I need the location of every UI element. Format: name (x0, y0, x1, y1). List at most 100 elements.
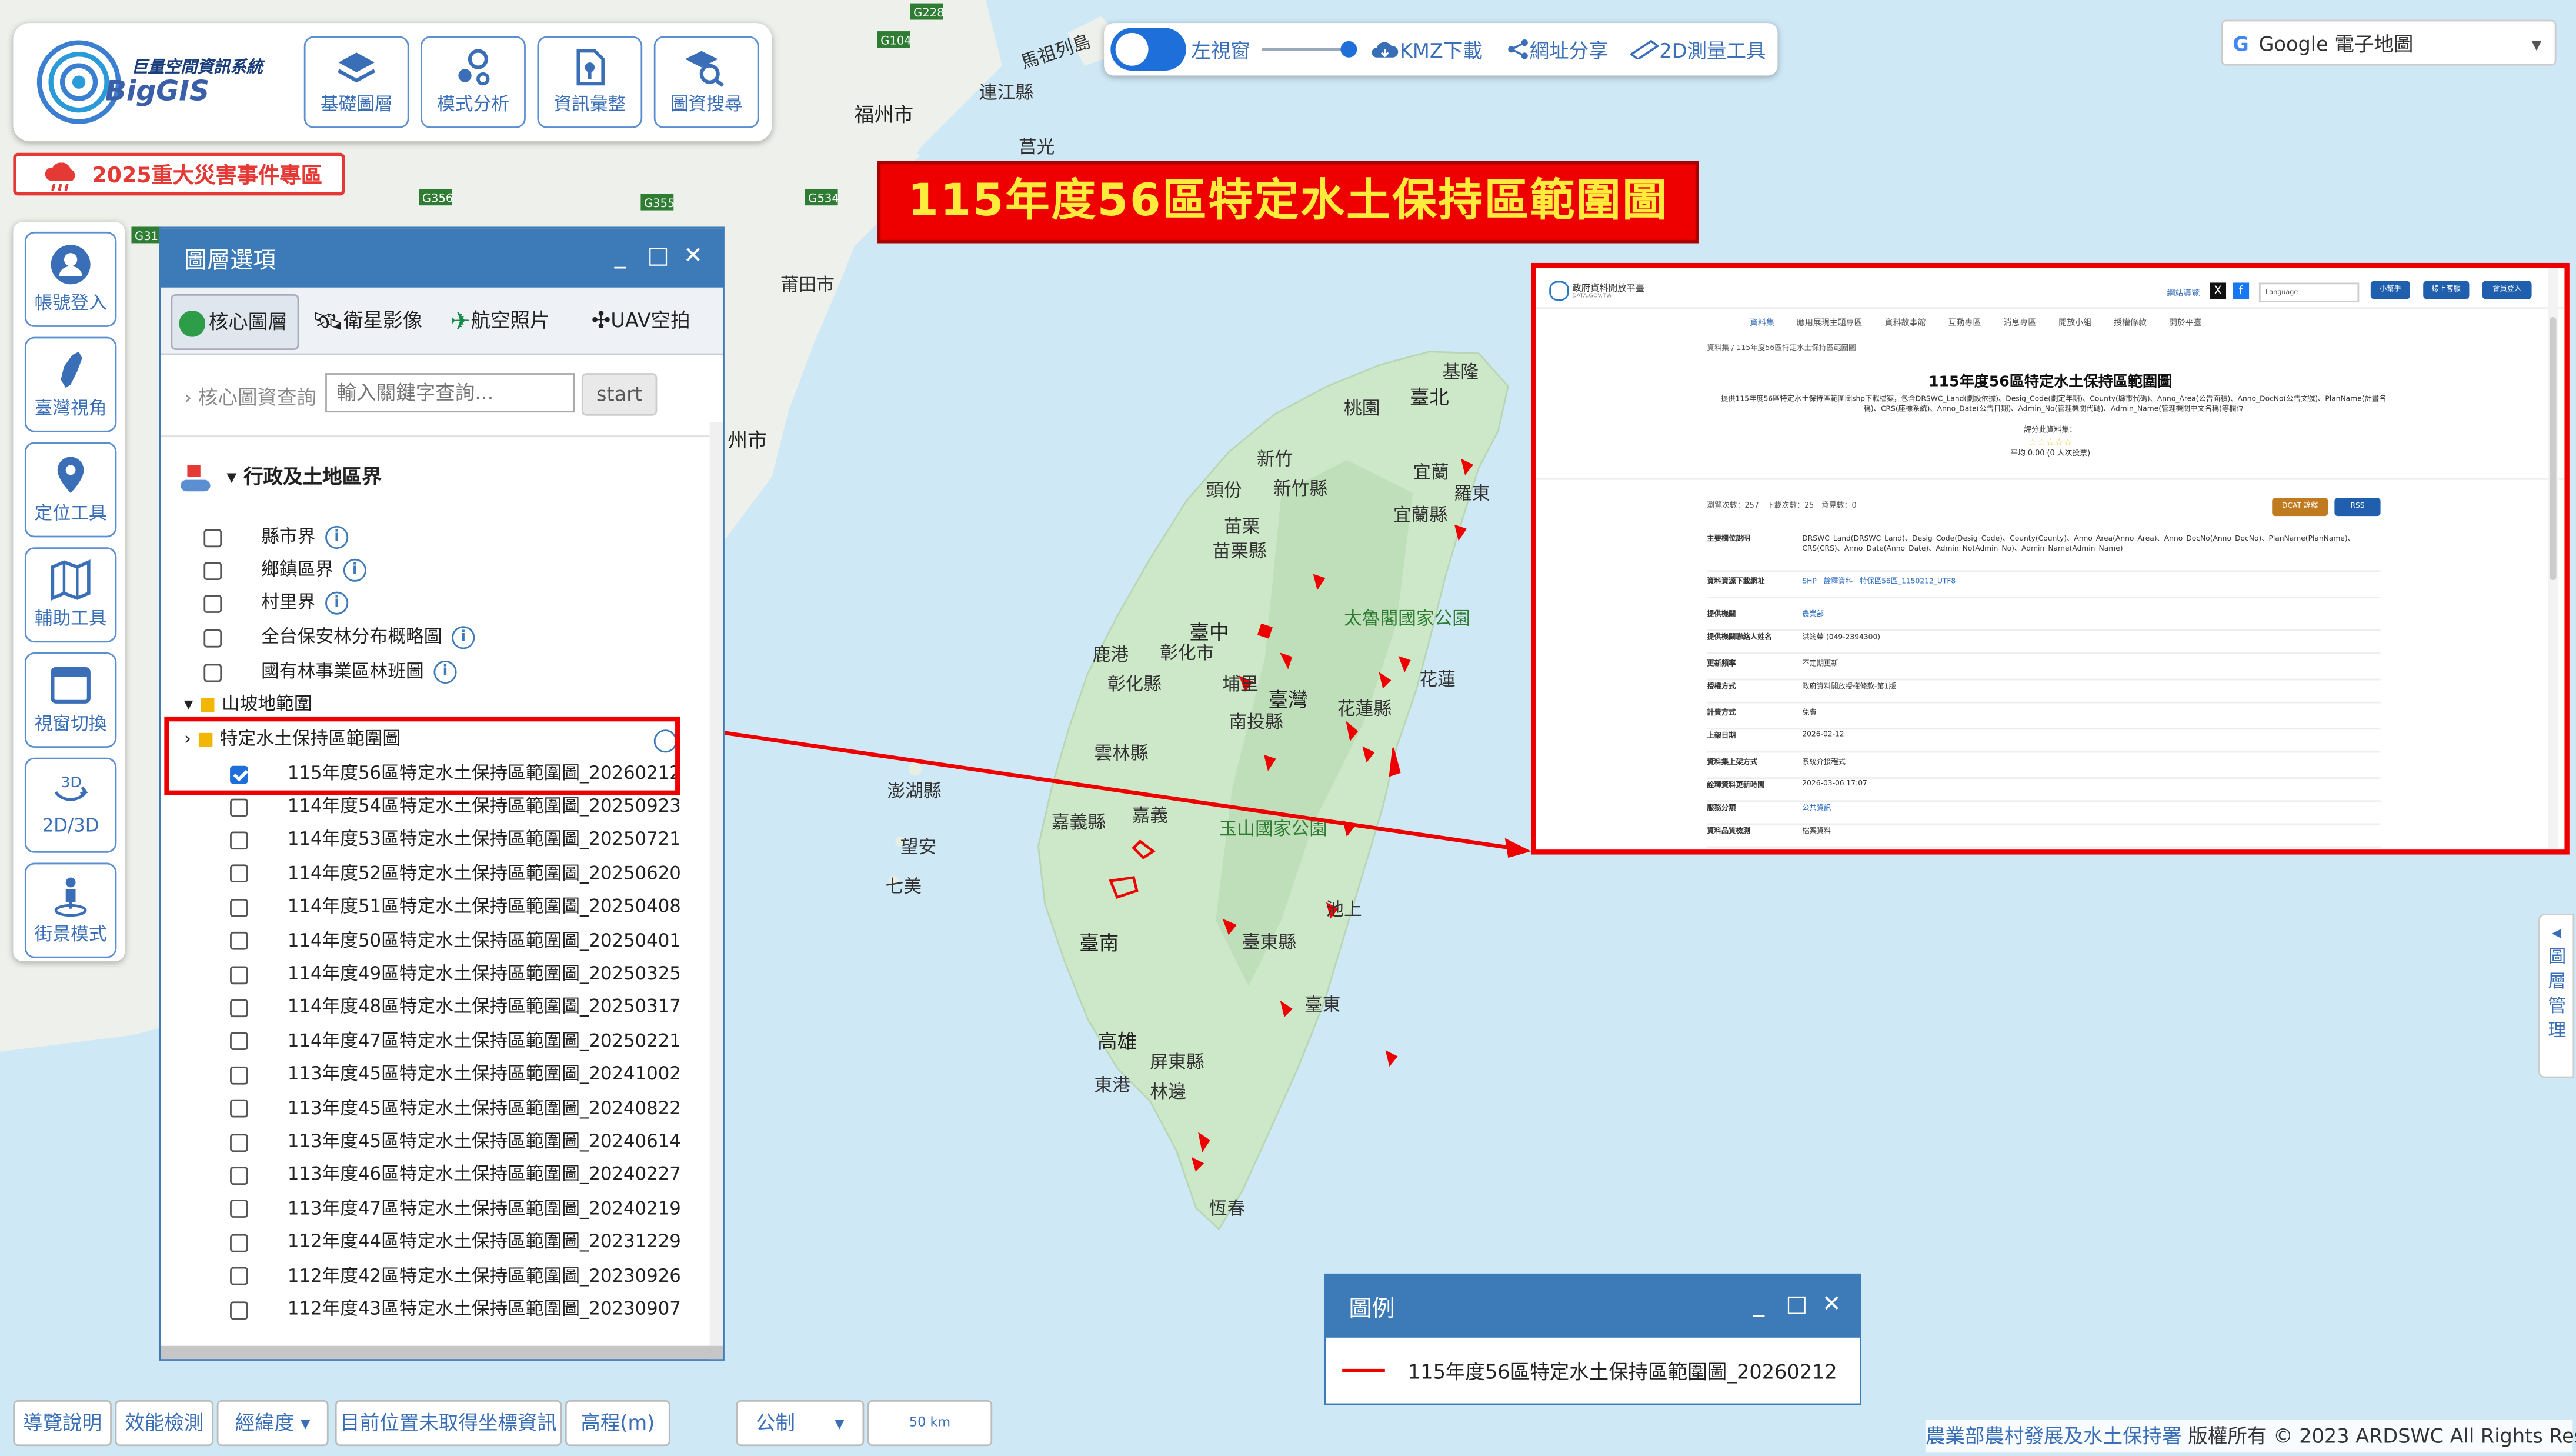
highlight-box (164, 716, 680, 795)
street-view-button[interactable]: 街景模式 (24, 862, 117, 958)
performance-check-button[interactable]: 效能檢測 (115, 1400, 214, 1447)
facebook-icon[interactable]: f (2233, 282, 2250, 299)
admin-boundary-group[interactable]: ▾ 行政及土地區界 (181, 462, 382, 498)
kmz-download-button[interactable]: KMZ下載 (1370, 36, 1483, 64)
layer-item[interactable]: 114年度49區特定水土保持區範圍圖_20250325 (230, 958, 681, 991)
logo-en-text: BigGIS (105, 75, 210, 109)
layer-item[interactable]: 村里界 i (203, 587, 349, 619)
svg-text:嘉義: 嘉義 (1132, 805, 1168, 827)
layer-item[interactable]: 114年度52區特定水土保持區範圍圖_20250620 (230, 858, 681, 891)
layer-checkbox[interactable] (230, 1166, 248, 1185)
legend-title: 圖例 (1349, 1296, 1395, 1323)
disaster-zone-link[interactable]: 2025重大災害事件專區 (13, 152, 345, 196)
top-toolbar: 巨量空間資訊系統 BigGIS 基礎圖層 模式分析 資訊彙整 圖資搜尋 (13, 23, 772, 142)
layer-item[interactable]: 縣市界 i (203, 521, 349, 554)
guide-button[interactable]: 導覽說明 (13, 1400, 112, 1447)
coord-format-select[interactable]: 經緯度 ▾ (216, 1400, 329, 1447)
layer-item[interactable]: 114年度48區特定水土保持區範圍圖_20250317 (230, 991, 681, 1024)
horizontal-scrollbar[interactable] (161, 1345, 723, 1360)
svg-text:彰化縣: 彰化縣 (1107, 674, 1162, 695)
layer-checkbox[interactable] (230, 1200, 248, 1218)
layer-item[interactable]: 114年度51區特定水土保持區範圍圖_20250408 (230, 891, 681, 924)
basemap-select[interactable]: G Google 電子地圖 ▾ (2221, 19, 2557, 66)
layer-item[interactable]: 113年度46區特定水土保持區範圍圖_20240227 (230, 1159, 681, 1192)
dcat-button[interactable]: DCAT 詮釋 (2272, 498, 2328, 517)
layer-checkbox[interactable] (230, 1133, 248, 1151)
close-icon[interactable]: ✕ (683, 243, 703, 269)
layer-item[interactable]: 112年度43區特定水土保持區範圍圖_20230907 (230, 1293, 681, 1326)
layer-item[interactable]: 全台保安林分布概略圖 i (203, 621, 475, 654)
left-window-toggle[interactable] (1110, 28, 1186, 71)
layer-checkbox[interactable] (230, 999, 248, 1017)
layer-list[interactable]: ▾ 行政及土地區界 縣市界 i 鄉鎮區界 i 村里界 i 全台保安林分布概略圖 i 國有… (161, 439, 723, 1352)
close-icon[interactable]: ✕ (1822, 1292, 1841, 1318)
2d-3d-toggle-button[interactable]: 3D 2D/3D (24, 757, 117, 853)
info-summary-button[interactable]: 資訊彙整 (537, 36, 643, 128)
layer-item[interactable]: 114年度53區特定水土保持區範圍圖_20250721 (230, 824, 681, 857)
maximize-icon[interactable]: □ (1786, 1292, 1807, 1318)
layer-checkbox[interactable] (230, 1267, 248, 1285)
core-search-input[interactable] (325, 373, 575, 413)
minimize-icon[interactable]: _ (615, 243, 626, 269)
info-icon[interactable]: i (325, 591, 349, 615)
svg-text:宜蘭縣: 宜蘭縣 (1393, 504, 1447, 525)
slider-handle[interactable] (1340, 41, 1357, 58)
tab-satellite[interactable]: 🛰衛星影像 (312, 294, 422, 346)
layer-item[interactable]: 113年度45區特定水土保持區範圍圖_20240822 (230, 1092, 681, 1125)
layer-item[interactable]: 鄉鎮區界 i (203, 554, 366, 587)
legend-red-line-swatch (1342, 1368, 1385, 1372)
scale-bar: 50 km (867, 1400, 993, 1447)
window-switch-button[interactable]: 視窗切換 (24, 652, 117, 748)
layer-item[interactable]: 113年度45區特定水土保持區範圍圖_20241002 (230, 1058, 681, 1091)
login-button[interactable]: 帳號登入 (24, 231, 117, 327)
tab-uav[interactable]: ✣UAV空拍 (592, 294, 690, 346)
vertical-scrollbar[interactable] (709, 422, 723, 1360)
agency-link[interactable]: 農業部農村發展及水土保持署 (1926, 1425, 2182, 1448)
opacity-slider[interactable] (1262, 41, 1357, 58)
analysis-icon (458, 49, 490, 86)
layer-item[interactable]: 114年度50區特定水土保持區範圍圖_20250401 (230, 925, 681, 958)
rss-button[interactable]: RSS (2334, 498, 2381, 517)
layer-checkbox[interactable] (230, 932, 248, 950)
layer-item[interactable]: 114年度47區特定水土保持區範圍圖_20250221 (230, 1025, 681, 1058)
layer-checkbox[interactable] (230, 1300, 248, 1319)
info-icon[interactable]: i (433, 660, 457, 684)
layer-checkbox[interactable] (230, 1233, 248, 1252)
layer-item[interactable]: 113年度45區特定水土保持區範圍圖_20240614 (230, 1125, 681, 1158)
layer-panel-header[interactable]: 圖層選項 _ □ ✕ (161, 228, 723, 288)
layer-checkbox[interactable] (230, 798, 248, 816)
map-search-button[interactable]: 圖資搜尋 (653, 36, 759, 128)
layer-checkbox[interactable] (230, 1032, 248, 1051)
tab-aerial[interactable]: ✈航空照片 (450, 294, 549, 346)
legend-header[interactable]: 圖例 _ □ ✕ (1326, 1275, 1860, 1338)
layer-item[interactable]: 國有林事業區林班圖 i (203, 656, 457, 689)
locate-tool-button[interactable]: 定位工具 (24, 442, 117, 538)
rating-stars-icon[interactable]: ☆☆☆☆☆ (1536, 437, 2565, 449)
layer-manager-tab[interactable]: ◂ 圖層管理 (2538, 914, 2575, 1078)
info-icon[interactable]: i (452, 626, 475, 649)
measure-tool-button[interactable]: 2D測量工具 (1629, 36, 1766, 64)
x-social-icon[interactable]: X (2210, 282, 2227, 299)
info-icon[interactable]: i (343, 558, 366, 582)
layer-checkbox[interactable] (230, 898, 248, 917)
unit-select[interactable]: 公制 ▾ (736, 1400, 865, 1447)
layer-checkbox[interactable] (230, 865, 248, 883)
minimize-icon[interactable]: _ (1753, 1292, 1765, 1318)
layer-checkbox[interactable] (230, 1066, 248, 1084)
taiwan-view-button[interactable]: 臺灣視角 (24, 336, 117, 432)
share-url-button[interactable]: 網址分享 (1507, 36, 1609, 64)
layer-item[interactable]: 113年度47區特定水土保持區範圍圖_20240219 (230, 1192, 681, 1225)
layer-checkbox[interactable] (230, 965, 248, 984)
layer-checkbox[interactable] (230, 831, 248, 849)
layer-item[interactable]: 112年度44區特定水土保持區範圍圖_20231229 (230, 1226, 681, 1259)
layer-checkbox[interactable] (230, 1100, 248, 1118)
model-analysis-button[interactable]: 模式分析 (421, 36, 526, 128)
basemap-layer-button[interactable]: 基礎圖層 (303, 36, 409, 128)
info-icon[interactable]: i (325, 525, 349, 549)
aux-tool-button[interactable]: 輔助工具 (24, 547, 117, 643)
search-start-button[interactable]: start (581, 373, 658, 416)
tab-core-layers[interactable]: 核心圖層 (171, 294, 299, 350)
biggis-logo[interactable]: 巨量空間資訊系統 BigGIS (29, 33, 292, 132)
layer-item[interactable]: 112年度42區特定水土保持區範圍圖_20230926 (230, 1260, 681, 1292)
maximize-icon[interactable]: □ (648, 243, 669, 269)
